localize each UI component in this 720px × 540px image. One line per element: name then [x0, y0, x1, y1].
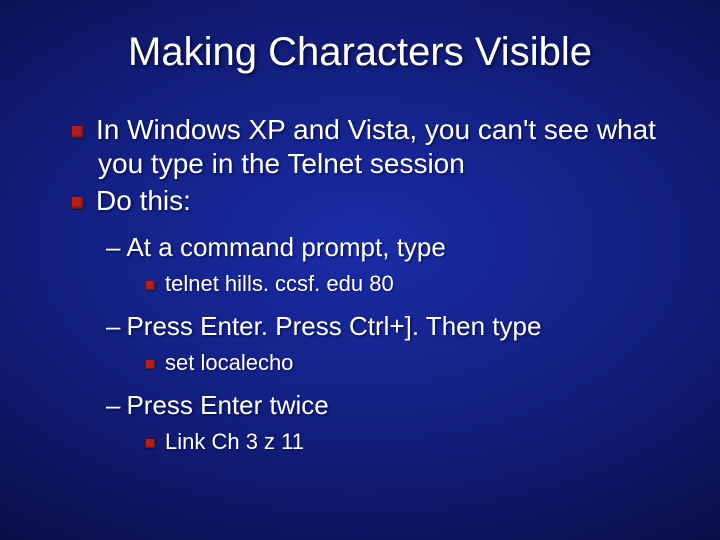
- square-bullet-icon: [146, 439, 155, 448]
- dash-icon: –: [106, 232, 120, 262]
- bullet-level2: –Press Enter twice: [106, 390, 680, 421]
- square-bullet-icon: [146, 281, 155, 290]
- bullet-text: Do this:: [96, 185, 191, 216]
- square-bullet-icon: [146, 360, 155, 369]
- bullet-text: In Windows XP and Vista, you can't see w…: [96, 114, 656, 179]
- bullet-text: Press Enter twice: [126, 390, 328, 420]
- bullet-level1: Do this:: [72, 184, 680, 218]
- bullet-text: At a command prompt, type: [126, 232, 445, 262]
- bullet-text: telnet hills. ccsf. edu 80: [165, 271, 394, 296]
- square-bullet-icon: [72, 197, 84, 209]
- square-bullet-icon: [72, 126, 84, 138]
- bullet-level1: In Windows XP and Vista, you can't see w…: [72, 113, 680, 181]
- dash-icon: –: [106, 390, 120, 420]
- bullet-level2: –Press Enter. Press Ctrl+]. Then type: [106, 311, 680, 342]
- bullet-text: Link Ch 3 z 11: [165, 429, 304, 454]
- bullet-level3: set localecho: [146, 350, 680, 376]
- slide-title: Making Characters Visible: [40, 30, 680, 75]
- bullet-level3: telnet hills. ccsf. edu 80: [146, 271, 680, 297]
- bullet-level2: –At a command prompt, type: [106, 232, 680, 263]
- bullet-text: set localecho: [165, 350, 293, 375]
- slide: Making Characters Visible In Windows XP …: [0, 0, 720, 540]
- bullet-text: Press Enter. Press Ctrl+]. Then type: [126, 311, 541, 341]
- bullet-level3: Link Ch 3 z 11: [146, 429, 680, 455]
- dash-icon: –: [106, 311, 120, 341]
